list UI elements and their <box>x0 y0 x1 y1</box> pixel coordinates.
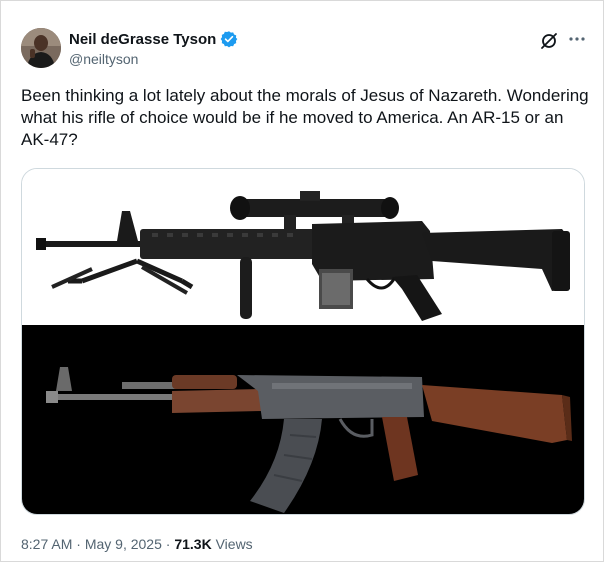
more-icon[interactable] <box>567 29 587 49</box>
ak47-image[interactable] <box>22 325 584 514</box>
author-name-row: Neil deGrasse Tyson <box>69 30 238 48</box>
tweet-media[interactable] <box>21 168 585 515</box>
tweet-time[interactable]: 8:27 AM <box>21 536 72 552</box>
ar15-image[interactable] <box>22 169 584 325</box>
views-count: 71.3K <box>174 536 212 552</box>
author-display-name[interactable]: Neil deGrasse Tyson <box>69 31 216 48</box>
tweet-card: Neil deGrasse Tyson @neiltyson Been thin… <box>0 0 604 562</box>
verified-badge-icon <box>220 31 238 48</box>
author-handle[interactable]: @neiltyson <box>69 51 138 67</box>
meta-separator: · <box>161 536 175 552</box>
ar15-rifle-icon <box>36 191 570 321</box>
tweet-date[interactable]: May 9, 2025 <box>85 536 162 552</box>
tweet-meta: 8:27 AM · May 9, 2025 · 71.3K Views <box>21 536 253 552</box>
ak47-rifle-icon <box>46 367 572 513</box>
tweet-text: Been thinking a lot lately about the mor… <box>21 86 589 149</box>
avatar[interactable] <box>21 28 61 68</box>
meta-separator: · <box>72 536 85 552</box>
avatar-image <box>21 28 61 68</box>
views-label: Views <box>211 536 253 552</box>
grok-icon[interactable] <box>539 31 559 51</box>
